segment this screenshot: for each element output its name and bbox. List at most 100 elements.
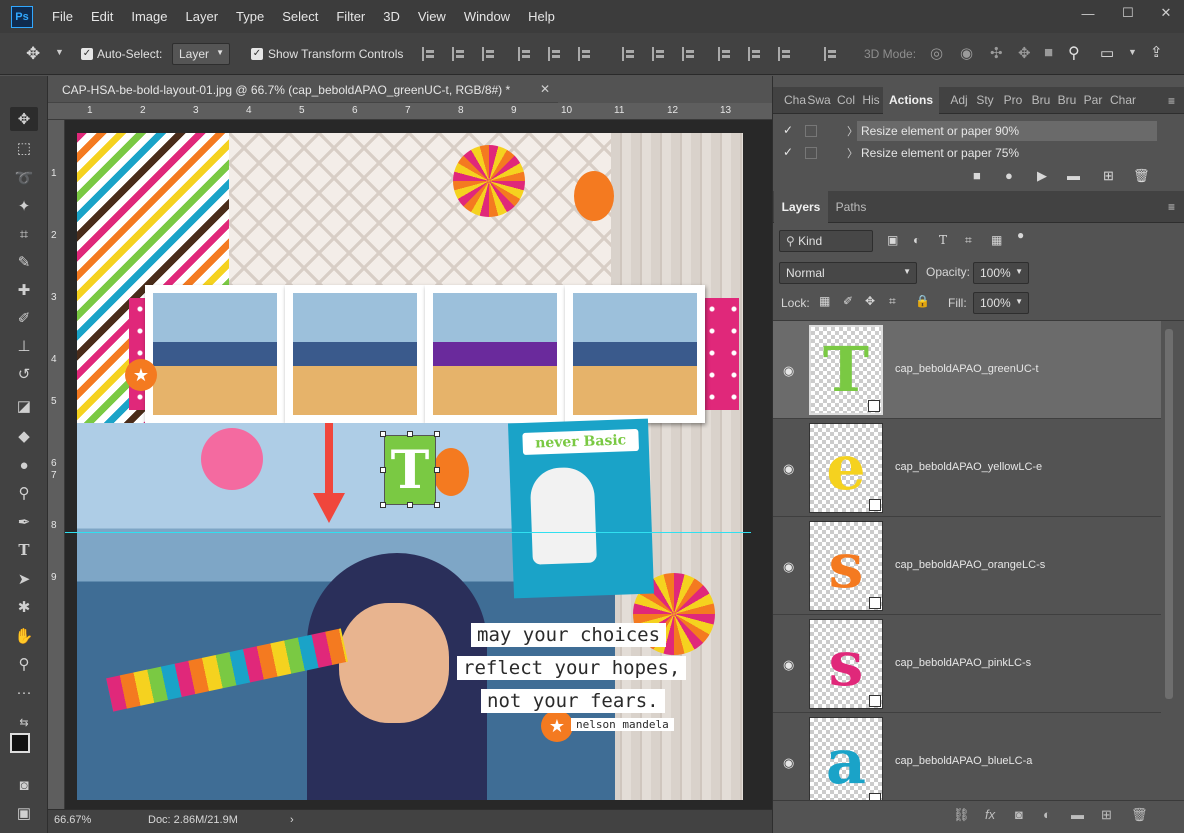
lock-all-icon[interactable]: 🔒 — [915, 294, 930, 308]
menu-window[interactable]: Window — [455, 0, 519, 33]
align-top-icon[interactable] — [422, 47, 436, 61]
folder-icon[interactable]: ▬ — [1067, 168, 1080, 183]
menu-filter[interactable]: Filter — [327, 0, 374, 33]
minimize-button[interactable]: — — [1068, 0, 1108, 26]
tab-brushes[interactable]: Bru — [1029, 87, 1053, 114]
brush-tool-icon[interactable]: ✐ — [10, 306, 38, 330]
tab-character[interactable]: Cha — [783, 87, 807, 114]
layer-thumbnail[interactable]: e — [809, 423, 883, 513]
transform-handle[interactable] — [434, 467, 440, 473]
move-tool-icon[interactable]: ✥ — [10, 107, 38, 131]
filter-smart-object-icon[interactable]: ▦ — [991, 233, 1002, 247]
scale-3d-icon[interactable]: ■ — [1044, 44, 1053, 61]
distribute-hcenter-icon[interactable] — [748, 47, 762, 61]
pan-3d-icon[interactable]: ✣ — [990, 44, 1003, 62]
layer-row[interactable]: ◉ a cap_beboldAPAO_blueLC-a — [773, 713, 1161, 800]
roll-3d-icon[interactable]: ◉ — [960, 44, 973, 62]
clone-stamp-tool-icon[interactable]: ⊥ — [10, 334, 38, 358]
document-canvas[interactable]: never Basic ★ ★ may your choices reflect… — [77, 133, 743, 800]
align-hcenter-icon[interactable] — [548, 47, 562, 61]
horizontal-ruler[interactable]: 1 2 3 4 5 6 7 8 9 10 11 12 13 — [48, 103, 772, 120]
search-icon[interactable]: ⚲ — [1068, 43, 1080, 63]
tab-layers[interactable]: Layers — [774, 191, 828, 223]
opacity-input[interactable]: 100% ▼ — [973, 262, 1029, 284]
menu-file[interactable]: File — [43, 0, 82, 33]
tab-styles[interactable]: Sty — [973, 87, 997, 114]
marquee-tool-icon[interactable]: ⬚ — [10, 136, 38, 160]
layer-thumbnail[interactable]: s — [809, 521, 883, 611]
check-icon[interactable]: ✓ — [783, 123, 793, 137]
transform-handle[interactable] — [407, 431, 413, 437]
layer-name[interactable]: cap_beboldAPAO_orangeLC-s — [895, 559, 1045, 571]
menu-type[interactable]: Type — [227, 0, 273, 33]
chevron-right-icon[interactable]: › — [290, 814, 294, 826]
transform-handle[interactable] — [380, 467, 386, 473]
show-transform-checkbox[interactable]: ✓ — [251, 48, 263, 60]
healing-brush-tool-icon[interactable]: ✚ — [10, 278, 38, 302]
layer-row[interactable]: ◉ e cap_beboldAPAO_yellowLC-e — [773, 419, 1161, 517]
fill-input[interactable]: 100% ▼ — [973, 292, 1029, 314]
menu-image[interactable]: Image — [122, 0, 176, 33]
transform-handle[interactable] — [434, 431, 440, 437]
action-item[interactable]: ✓ 〉 Resize element or paper 90% — [773, 120, 1169, 142]
move-tool-icon[interactable]: ✥ — [26, 44, 40, 64]
new-layer-icon[interactable]: ⊞ — [1101, 807, 1112, 823]
trash-icon[interactable]: 🗑 — [1131, 807, 1148, 823]
layer-row[interactable]: ◉ s cap_beboldAPAO_orangeLC-s — [773, 517, 1161, 615]
auto-align-icon[interactable] — [824, 47, 838, 61]
menu-edit[interactable]: Edit — [82, 0, 122, 33]
filter-shape-icon[interactable]: ⌗ — [965, 233, 972, 248]
layers-scrollbar[interactable] — [1165, 329, 1173, 699]
hand-tool-icon[interactable]: ✋ — [10, 624, 38, 648]
selected-letter-t[interactable]: T — [384, 435, 436, 505]
lasso-tool-icon[interactable]: ➰ — [10, 166, 38, 190]
filter-adjustment-icon[interactable]: ◐ — [913, 233, 920, 247]
tab-properties[interactable]: Pro — [1001, 87, 1025, 114]
maximize-button[interactable]: ☐ — [1108, 0, 1148, 26]
zoom-tool-icon[interactable]: ⚲ — [10, 652, 38, 676]
screen-mode-icon[interactable]: ▣ — [10, 801, 38, 825]
menu-layer[interactable]: Layer — [177, 0, 228, 33]
record-icon[interactable]: ● — [1005, 168, 1013, 183]
layer-filter-dropdown[interactable]: ⚲ Kind — [779, 230, 873, 252]
panel-menu-icon[interactable]: ≡ — [1168, 94, 1175, 108]
tab-brush-settings[interactable]: Bru — [1055, 87, 1079, 114]
blur-tool-icon[interactable]: ● — [10, 453, 38, 477]
filter-pixel-icon[interactable]: ▣ — [887, 233, 898, 247]
magic-wand-tool-icon[interactable]: ✦ — [10, 194, 38, 218]
menu-view[interactable]: View — [409, 0, 455, 33]
tab-swatches[interactable]: Swa — [807, 87, 831, 114]
auto-select-checkbox[interactable]: ✓ — [81, 48, 93, 60]
align-left-icon[interactable] — [518, 47, 532, 61]
menu-select[interactable]: Select — [273, 0, 327, 33]
stop-icon[interactable]: ■ — [973, 168, 981, 183]
adjustment-layer-icon[interactable]: ◐ — [1043, 807, 1051, 822]
lock-pixels-icon[interactable]: ✐ — [843, 294, 853, 308]
orbit-3d-icon[interactable]: ◎ — [930, 44, 943, 62]
chevron-right-icon[interactable]: 〉 — [847, 145, 858, 161]
fx-icon[interactable]: fx — [985, 807, 995, 822]
menu-3d[interactable]: 3D — [374, 0, 409, 33]
guide-line[interactable] — [65, 532, 751, 533]
share-icon[interactable]: ⇪ — [1150, 43, 1163, 61]
distribute-top-icon[interactable] — [622, 47, 636, 61]
new-group-icon[interactable]: ▬ — [1071, 807, 1084, 822]
tab-history[interactable]: His — [859, 87, 883, 114]
path-selection-tool-icon[interactable]: ➤ — [10, 567, 38, 591]
more-tools-icon[interactable]: ··· — [10, 680, 38, 704]
zoom-level[interactable]: 66.67% — [54, 814, 91, 826]
eyedropper-tool-icon[interactable]: ✎ — [10, 250, 38, 274]
distribute-right-icon[interactable] — [778, 47, 792, 61]
check-icon[interactable]: ✓ — [783, 145, 793, 159]
distribute-left-icon[interactable] — [718, 47, 732, 61]
close-button[interactable]: ✕ — [1146, 0, 1184, 26]
foreground-color-swatch[interactable] — [10, 733, 30, 753]
transform-handle[interactable] — [380, 431, 386, 437]
dialog-toggle[interactable] — [805, 147, 817, 159]
align-right-icon[interactable] — [578, 47, 592, 61]
link-layers-icon[interactable]: ⛓ — [953, 807, 970, 823]
layer-name[interactable]: cap_beboldAPAO_yellowLC-e — [895, 461, 1042, 473]
layer-name[interactable]: cap_beboldAPAO_blueLC-a — [895, 755, 1032, 767]
layer-thumbnail[interactable]: s — [809, 619, 883, 709]
panel-menu-icon[interactable]: ≡ — [1168, 200, 1175, 214]
